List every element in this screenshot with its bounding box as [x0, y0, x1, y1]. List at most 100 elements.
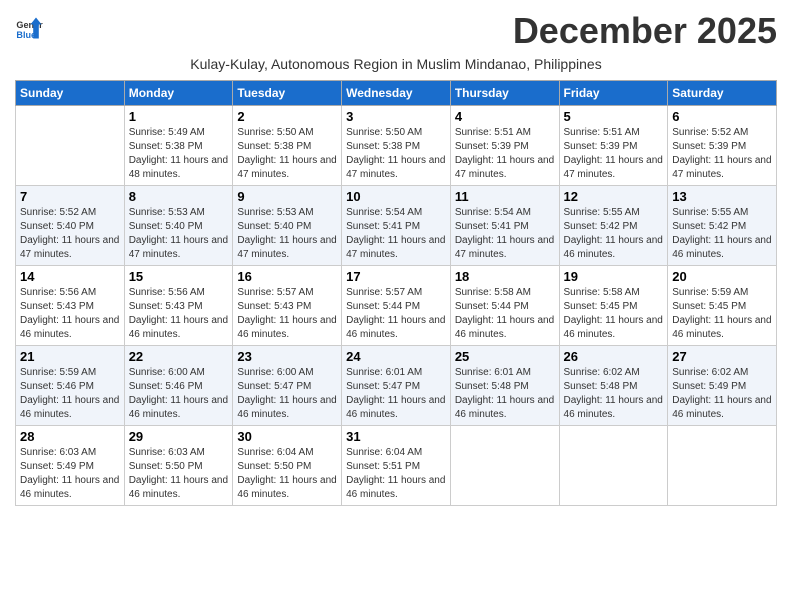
day-number: 30 — [237, 429, 337, 444]
day-info: Sunrise: 5:50 AMSunset: 5:38 PMDaylight:… — [346, 126, 446, 182]
logo-icon: General Blue — [15, 14, 43, 42]
day-info: Sunrise: 5:56 AMSunset: 5:43 PMDaylight:… — [20, 286, 120, 342]
calendar-cell: 31 Sunrise: 6:04 AMSunset: 5:51 PMDayligh… — [342, 426, 451, 506]
day-info: Sunrise: 6:00 AMSunset: 5:46 PMDaylight:… — [129, 366, 229, 422]
day-info: Sunrise: 5:50 AMSunset: 5:38 PMDaylight:… — [237, 126, 337, 182]
day-number: 17 — [346, 269, 446, 284]
calendar-cell: 15 Sunrise: 5:56 AMSunset: 5:43 PMDayligh… — [124, 266, 233, 346]
day-number: 12 — [564, 189, 664, 204]
day-number: 8 — [129, 189, 229, 204]
logo: General Blue — [15, 14, 45, 42]
day-info: Sunrise: 5:55 AMSunset: 5:42 PMDaylight:… — [672, 206, 772, 262]
day-info: Sunrise: 5:58 AMSunset: 5:44 PMDaylight:… — [455, 286, 555, 342]
day-number: 20 — [672, 269, 772, 284]
week-row-3: 14Sunrise: 5:56 AMSunset: 5:43 PMDayligh… — [16, 266, 777, 346]
day-info: Sunrise: 5:51 AMSunset: 5:39 PMDaylight:… — [455, 126, 555, 182]
calendar-cell: 19Sunrise: 5:58 AMSunset: 5:45 PMDayligh… — [559, 266, 668, 346]
calendar-cell: 16 Sunrise: 5:57 AMSunset: 5:43 PMDayligh… — [233, 266, 342, 346]
calendar-cell: 12 Sunrise: 5:55 AMSunset: 5:42 PMDayligh… — [559, 186, 668, 266]
calendar-cell: 10 Sunrise: 5:54 AMSunset: 5:41 PMDayligh… — [342, 186, 451, 266]
day-number: 5 — [564, 109, 664, 124]
day-number: 23 — [237, 349, 337, 364]
day-info: Sunrise: 5:57 AMSunset: 5:44 PMDaylight:… — [346, 286, 446, 342]
calendar-cell: 25 Sunrise: 6:01 AMSunset: 5:48 PMDayligh… — [450, 346, 559, 426]
day-number: 7 — [20, 189, 120, 204]
day-info: Sunrise: 5:51 AMSunset: 5:39 PMDaylight:… — [564, 126, 664, 182]
column-header-tuesday: Tuesday — [233, 81, 342, 106]
day-info: Sunrise: 5:52 AMSunset: 5:40 PMDaylight:… — [20, 206, 120, 262]
header-row: SundayMondayTuesdayWednesdayThursdayFrid… — [16, 81, 777, 106]
day-info: Sunrise: 5:59 AMSunset: 5:46 PMDaylight:… — [20, 366, 120, 422]
column-header-thursday: Thursday — [450, 81, 559, 106]
column-header-sunday: Sunday — [16, 81, 125, 106]
calendar-cell: 29 Sunrise: 6:03 AMSunset: 5:50 PMDayligh… — [124, 426, 233, 506]
calendar-cell: 23 Sunrise: 6:00 AMSunset: 5:47 PMDayligh… — [233, 346, 342, 426]
calendar-cell: 4 Sunrise: 5:51 AMSunset: 5:39 PMDaylight… — [450, 106, 559, 186]
calendar-cell: 7 Sunrise: 5:52 AMSunset: 5:40 PMDaylight… — [16, 186, 125, 266]
calendar-cell — [559, 426, 668, 506]
day-info: Sunrise: 5:58 AMSunset: 5:45 PMDaylight:… — [564, 286, 664, 342]
week-row-2: 7 Sunrise: 5:52 AMSunset: 5:40 PMDaylight… — [16, 186, 777, 266]
column-header-friday: Friday — [559, 81, 668, 106]
week-row-4: 21 Sunrise: 5:59 AMSunset: 5:46 PMDayligh… — [16, 346, 777, 426]
day-number: 4 — [455, 109, 555, 124]
day-info: Sunrise: 5:52 AMSunset: 5:39 PMDaylight:… — [672, 126, 772, 182]
calendar-cell: 24 Sunrise: 6:01 AMSunset: 5:47 PMDayligh… — [342, 346, 451, 426]
day-number: 3 — [346, 109, 446, 124]
day-info: Sunrise: 5:56 AMSunset: 5:43 PMDaylight:… — [129, 286, 229, 342]
month-title: December 2025 — [513, 10, 777, 52]
column-header-saturday: Saturday — [668, 81, 777, 106]
day-number: 28 — [20, 429, 120, 444]
calendar-cell — [450, 426, 559, 506]
calendar-table: SundayMondayTuesdayWednesdayThursdayFrid… — [15, 80, 777, 506]
day-number: 24 — [346, 349, 446, 364]
day-info: Sunrise: 5:53 AMSunset: 5:40 PMDaylight:… — [237, 206, 337, 262]
day-number: 2 — [237, 109, 337, 124]
calendar-cell: 27 Sunrise: 6:02 AMSunset: 5:49 PMDayligh… — [668, 346, 777, 426]
day-info: Sunrise: 6:03 AMSunset: 5:49 PMDaylight:… — [20, 446, 120, 502]
header: General Blue December 2025 — [15, 10, 777, 52]
day-number: 13 — [672, 189, 772, 204]
calendar-cell: 5 Sunrise: 5:51 AMSunset: 5:39 PMDaylight… — [559, 106, 668, 186]
day-number: 29 — [129, 429, 229, 444]
calendar-cell: 26Sunrise: 6:02 AMSunset: 5:48 PMDayligh… — [559, 346, 668, 426]
calendar-cell: 11 Sunrise: 5:54 AMSunset: 5:41 PMDayligh… — [450, 186, 559, 266]
day-number: 10 — [346, 189, 446, 204]
day-number: 15 — [129, 269, 229, 284]
day-number: 31 — [346, 429, 446, 444]
calendar-cell: 22 Sunrise: 6:00 AMSunset: 5:46 PMDayligh… — [124, 346, 233, 426]
day-info: Sunrise: 5:49 AMSunset: 5:38 PMDaylight:… — [129, 126, 229, 182]
day-number: 11 — [455, 189, 555, 204]
day-info: Sunrise: 5:57 AMSunset: 5:43 PMDaylight:… — [237, 286, 337, 342]
day-number: 16 — [237, 269, 337, 284]
calendar-cell: 9 Sunrise: 5:53 AMSunset: 5:40 PMDaylight… — [233, 186, 342, 266]
day-info: Sunrise: 5:59 AMSunset: 5:45 PMDaylight:… — [672, 286, 772, 342]
column-header-monday: Monday — [124, 81, 233, 106]
day-info: Sunrise: 6:01 AMSunset: 5:47 PMDaylight:… — [346, 366, 446, 422]
day-info: Sunrise: 6:00 AMSunset: 5:47 PMDaylight:… — [237, 366, 337, 422]
calendar-cell — [668, 426, 777, 506]
day-number: 21 — [20, 349, 120, 364]
day-info: Sunrise: 5:55 AMSunset: 5:42 PMDaylight:… — [564, 206, 664, 262]
day-info: Sunrise: 6:01 AMSunset: 5:48 PMDaylight:… — [455, 366, 555, 422]
day-info: Sunrise: 5:54 AMSunset: 5:41 PMDaylight:… — [346, 206, 446, 262]
calendar-cell: 6Sunrise: 5:52 AMSunset: 5:39 PMDaylight… — [668, 106, 777, 186]
week-row-1: 1 Sunrise: 5:49 AMSunset: 5:38 PMDaylight… — [16, 106, 777, 186]
calendar-cell: 2 Sunrise: 5:50 AMSunset: 5:38 PMDaylight… — [233, 106, 342, 186]
calendar-cell: 28 Sunrise: 6:03 AMSunset: 5:49 PMDayligh… — [16, 426, 125, 506]
day-number: 27 — [672, 349, 772, 364]
day-info: Sunrise: 6:04 AMSunset: 5:51 PMDaylight:… — [346, 446, 446, 502]
day-info: Sunrise: 6:02 AMSunset: 5:49 PMDaylight:… — [672, 366, 772, 422]
day-number: 18 — [455, 269, 555, 284]
calendar-cell: 17 Sunrise: 5:57 AMSunset: 5:44 PMDayligh… — [342, 266, 451, 346]
day-number: 9 — [237, 189, 337, 204]
day-info: Sunrise: 5:54 AMSunset: 5:41 PMDaylight:… — [455, 206, 555, 262]
day-info: Sunrise: 6:03 AMSunset: 5:50 PMDaylight:… — [129, 446, 229, 502]
day-number: 26 — [564, 349, 664, 364]
svg-text:Blue: Blue — [16, 30, 36, 40]
calendar-cell: 1 Sunrise: 5:49 AMSunset: 5:38 PMDaylight… — [124, 106, 233, 186]
day-number: 1 — [129, 109, 229, 124]
day-number: 25 — [455, 349, 555, 364]
calendar-cell: 30Sunrise: 6:04 AMSunset: 5:50 PMDayligh… — [233, 426, 342, 506]
day-number: 22 — [129, 349, 229, 364]
